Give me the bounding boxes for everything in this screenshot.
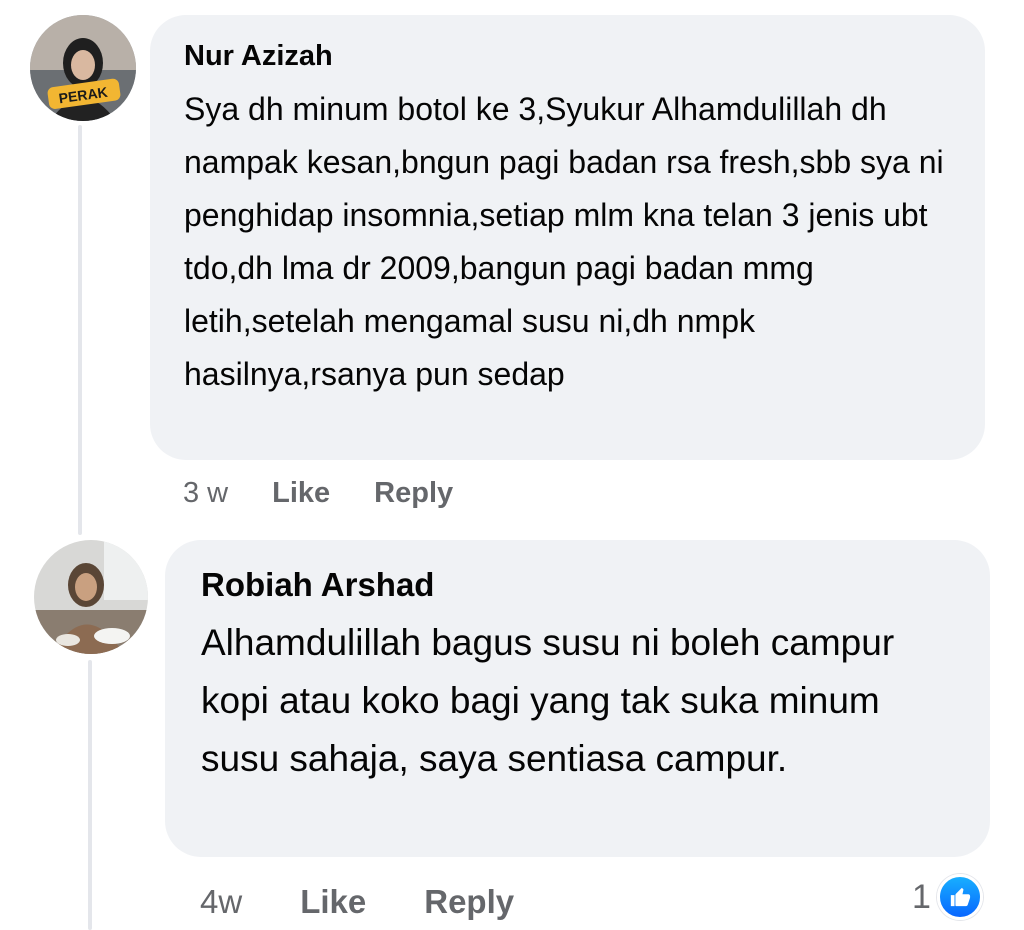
comment-bubble: Robiah Arshad Alhamdulillah bagus susu n…: [165, 540, 990, 857]
reaction-summary[interactable]: 1: [912, 874, 983, 920]
reply-button[interactable]: Reply: [374, 477, 453, 510]
avatar-photo: [34, 540, 148, 654]
thread-line: [78, 125, 82, 535]
comment-timestamp[interactable]: 3 w: [183, 477, 228, 510]
reaction-count: 1: [912, 877, 931, 916]
comment-bubble: Nur Azizah Sya dh minum botol ke 3,Syuku…: [150, 15, 985, 460]
avatar[interactable]: PERAK: [30, 15, 136, 121]
comment-actions: 3 w Like Reply: [183, 477, 453, 510]
comment-actions: 4w Like Reply: [200, 883, 514, 921]
comment-author[interactable]: Nur Azizah: [184, 39, 951, 73]
like-button[interactable]: Like: [272, 477, 330, 510]
avatar-photo: PERAK: [30, 15, 136, 121]
thread-line: [88, 660, 92, 930]
like-button[interactable]: Like: [300, 883, 366, 921]
comment-author[interactable]: Robiah Arshad: [201, 566, 955, 604]
comment-timestamp[interactable]: 4w: [200, 883, 242, 921]
comment-text: Sya dh minum botol ke 3,Syukur Alhamduli…: [184, 91, 944, 392]
avatar[interactable]: [34, 540, 148, 654]
comment-text: Alhamdulillah bagus susu ni boleh campur…: [201, 622, 895, 779]
reply-button[interactable]: Reply: [424, 883, 514, 921]
thumbs-up-icon: [936, 874, 983, 920]
